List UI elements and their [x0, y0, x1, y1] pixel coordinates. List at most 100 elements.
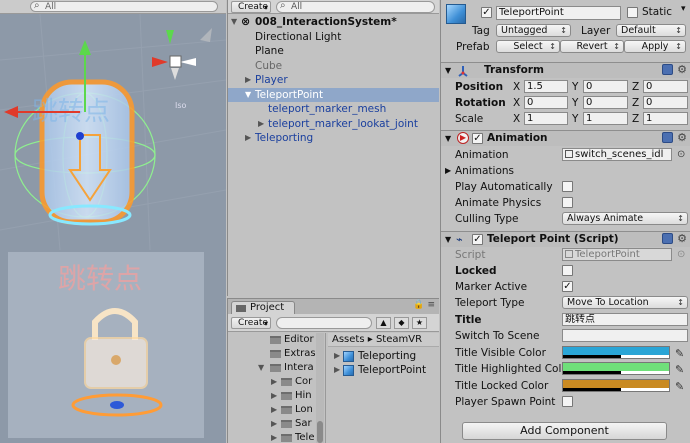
expand-arrow-icon[interactable]: ▶: [245, 73, 251, 88]
animation-enabled-checkbox[interactable]: ✓: [472, 133, 483, 144]
animation-clip-field[interactable]: switch_scenes_idl: [562, 148, 672, 161]
rotation-y-field[interactable]: 0: [583, 96, 628, 109]
eyedropper-icon[interactable]: ✎: [675, 362, 684, 378]
filter-label-icon[interactable]: ◆: [394, 317, 409, 329]
folder-item-longbow[interactable]: ▶ Lon: [228, 403, 322, 417]
project-tree-scrollbar[interactable]: [316, 333, 324, 443]
collapse-arrow-icon[interactable]: ▼: [445, 63, 451, 78]
folder-item-core[interactable]: ▶ Cor: [228, 375, 322, 389]
folder-item-editor[interactable]: Editor: [228, 333, 322, 347]
hierarchy-item-teleporting[interactable]: ▶ Teleporting: [228, 131, 439, 146]
help-book-icon[interactable]: [662, 132, 674, 143]
hierarchy-search-input[interactable]: All: [276, 1, 435, 13]
layer-dropdown[interactable]: Default: [616, 24, 686, 37]
component-menu[interactable]: ⚙: [659, 233, 687, 248]
play-automatically-checkbox[interactable]: [562, 181, 573, 192]
tag-dropdown[interactable]: Untagged: [496, 24, 571, 37]
eyedropper-icon[interactable]: ✎: [675, 379, 684, 395]
help-book-icon[interactable]: [662, 233, 674, 244]
add-component-button[interactable]: Add Component: [462, 422, 667, 440]
scene-view[interactable]: All 跳转点: [0, 0, 226, 443]
expand-arrow-icon[interactable]: ▶: [445, 163, 451, 179]
scrollbar-thumb[interactable]: [317, 421, 323, 443]
animate-physics-checkbox[interactable]: [562, 197, 573, 208]
collapse-arrow-icon[interactable]: ▼: [445, 232, 451, 247]
static-dropdown-icon[interactable]: ▾: [681, 4, 686, 14]
animation-header[interactable]: ▼ ▶ ✓ Animation ⚙: [441, 130, 690, 146]
eyedropper-icon[interactable]: ✎: [675, 346, 684, 362]
asset-item-teleportpoint[interactable]: ▶ TeleportPoint: [328, 363, 439, 377]
marker-active-checkbox[interactable]: ✓: [562, 281, 573, 292]
expand-arrow-icon[interactable]: ▶: [258, 117, 264, 132]
teleport-type-dropdown[interactable]: Move To Location: [562, 296, 688, 309]
transform-header[interactable]: ▼ Transform ⚙: [441, 62, 690, 78]
scale-z-field[interactable]: 1: [643, 112, 688, 125]
switch-to-scene-field[interactable]: [562, 329, 688, 342]
lock-menu-icon[interactable]: 🔒 ≡: [413, 300, 435, 310]
gizmo-y-arrow[interactable]: [79, 40, 91, 55]
player-spawn-point-checkbox[interactable]: [562, 396, 573, 407]
hierarchy-item-teleportpoint[interactable]: ▼ TeleportPoint: [228, 87, 439, 103]
prefab-apply-button[interactable]: Apply: [624, 40, 686, 53]
rotation-x-field[interactable]: 0: [524, 96, 568, 109]
folder-item-samples[interactable]: ▶ Sar: [228, 417, 322, 431]
folder-item-extras[interactable]: Extras: [228, 347, 322, 361]
expand-arrow-icon[interactable]: ▶: [271, 403, 277, 417]
hierarchy-item-teleport-marker-lookat-joint[interactable]: ▶ teleport_marker_lookat_joint: [228, 117, 439, 132]
gear-icon[interactable]: ⚙: [677, 233, 687, 245]
expand-arrow-icon[interactable]: ▶: [334, 349, 340, 363]
expand-arrow-icon[interactable]: ▶: [271, 417, 277, 431]
expand-arrow-icon[interactable]: ▶: [271, 375, 277, 389]
object-picker-icon[interactable]: ⊙: [677, 147, 685, 163]
active-checkbox[interactable]: ✓: [481, 7, 492, 18]
hierarchy-item-directional-light[interactable]: Directional Light: [228, 30, 439, 45]
culling-type-dropdown[interactable]: Always Animate: [562, 212, 688, 225]
view-gizmo[interactable]: Iso: [152, 28, 212, 110]
teleport-point-header[interactable]: ▼ ⌁ ✓ Teleport Point (Script) ⚙: [441, 231, 690, 247]
position-z-field[interactable]: 0: [643, 80, 688, 93]
help-book-icon[interactable]: [662, 64, 674, 75]
tab-project[interactable]: Project: [231, 301, 295, 314]
title-visible-color-field[interactable]: [562, 346, 670, 359]
component-menu[interactable]: ⚙: [659, 132, 687, 147]
object-name-field[interactable]: TeleportPoint: [496, 6, 621, 20]
scale-y-field[interactable]: 1: [583, 112, 628, 125]
project-create-button[interactable]: Create: [231, 317, 271, 329]
hierarchy-scene-row[interactable]: ▼ ⊗ 008_InteractionSystem*: [228, 15, 439, 30]
expand-arrow-icon[interactable]: ▶: [334, 363, 340, 377]
static-checkbox[interactable]: [627, 7, 638, 18]
rotation-z-field[interactable]: 0: [643, 96, 688, 109]
title-field[interactable]: 跳转点: [562, 313, 688, 326]
breadcrumb-root[interactable]: Assets: [332, 334, 365, 345]
scene-canvas[interactable]: 跳转点 Iso 跳转点: [0, 0, 226, 443]
gear-icon[interactable]: ⚙: [677, 64, 687, 76]
position-y-field[interactable]: 0: [583, 80, 628, 93]
filter-type-icon[interactable]: ▲: [376, 317, 391, 329]
collapse-arrow-icon[interactable]: ▼: [258, 361, 264, 375]
title-locked-color-field[interactable]: [562, 379, 670, 392]
gizmo-center[interactable]: [76, 132, 84, 140]
scale-x-field[interactable]: 1: [524, 112, 568, 125]
breadcrumb-leaf[interactable]: SteamVR: [376, 334, 422, 345]
folder-item-hints[interactable]: ▶ Hin: [228, 389, 322, 403]
expand-arrow-icon[interactable]: ▶: [271, 431, 277, 443]
hierarchy-item-cube[interactable]: Cube: [228, 59, 439, 74]
gizmo-x-arrow[interactable]: [4, 106, 18, 118]
animations-row[interactable]: ▶ Animations: [441, 163, 690, 179]
collapse-arrow-icon[interactable]: ▼: [245, 88, 251, 103]
hierarchy-create-button[interactable]: Create: [231, 1, 271, 13]
expand-arrow-icon[interactable]: ▶: [271, 389, 277, 403]
project-search-input[interactable]: [276, 317, 372, 329]
expand-arrow-icon[interactable]: ▼: [231, 15, 237, 30]
favorite-star-icon[interactable]: ★: [412, 317, 427, 329]
title-highlighted-color-field[interactable]: [562, 362, 670, 375]
locked-checkbox[interactable]: [562, 265, 573, 276]
component-menu[interactable]: ⚙: [659, 64, 687, 79]
gear-icon[interactable]: ⚙: [677, 132, 687, 144]
folder-item-teleport[interactable]: ▶ Tele: [228, 431, 322, 443]
collapse-arrow-icon[interactable]: ▼: [445, 131, 451, 146]
hierarchy-item-teleport-marker-mesh[interactable]: teleport_marker_mesh: [228, 102, 439, 117]
prefab-select-button[interactable]: Select: [496, 40, 560, 53]
asset-item-teleporting[interactable]: ▶ Teleporting: [328, 349, 439, 363]
folder-item-interaction[interactable]: ▼ Intera: [228, 361, 322, 375]
